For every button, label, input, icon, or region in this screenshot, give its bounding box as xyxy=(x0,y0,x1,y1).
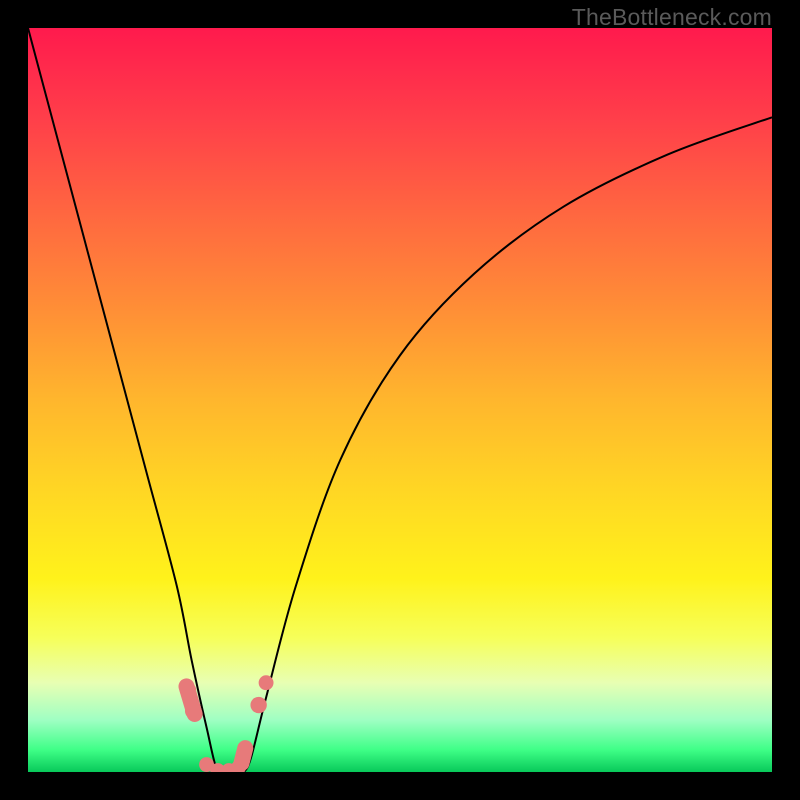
curve-marker xyxy=(242,748,246,763)
plot-area xyxy=(28,28,772,772)
curve-marker xyxy=(186,686,194,714)
curve-marker xyxy=(250,697,266,713)
curve-layer xyxy=(28,28,772,772)
chart-frame: TheBottleneck.com xyxy=(0,0,800,800)
watermark-text: TheBottleneck.com xyxy=(572,4,772,31)
curve-marker xyxy=(259,675,274,690)
bottleneck-curve xyxy=(28,28,772,772)
